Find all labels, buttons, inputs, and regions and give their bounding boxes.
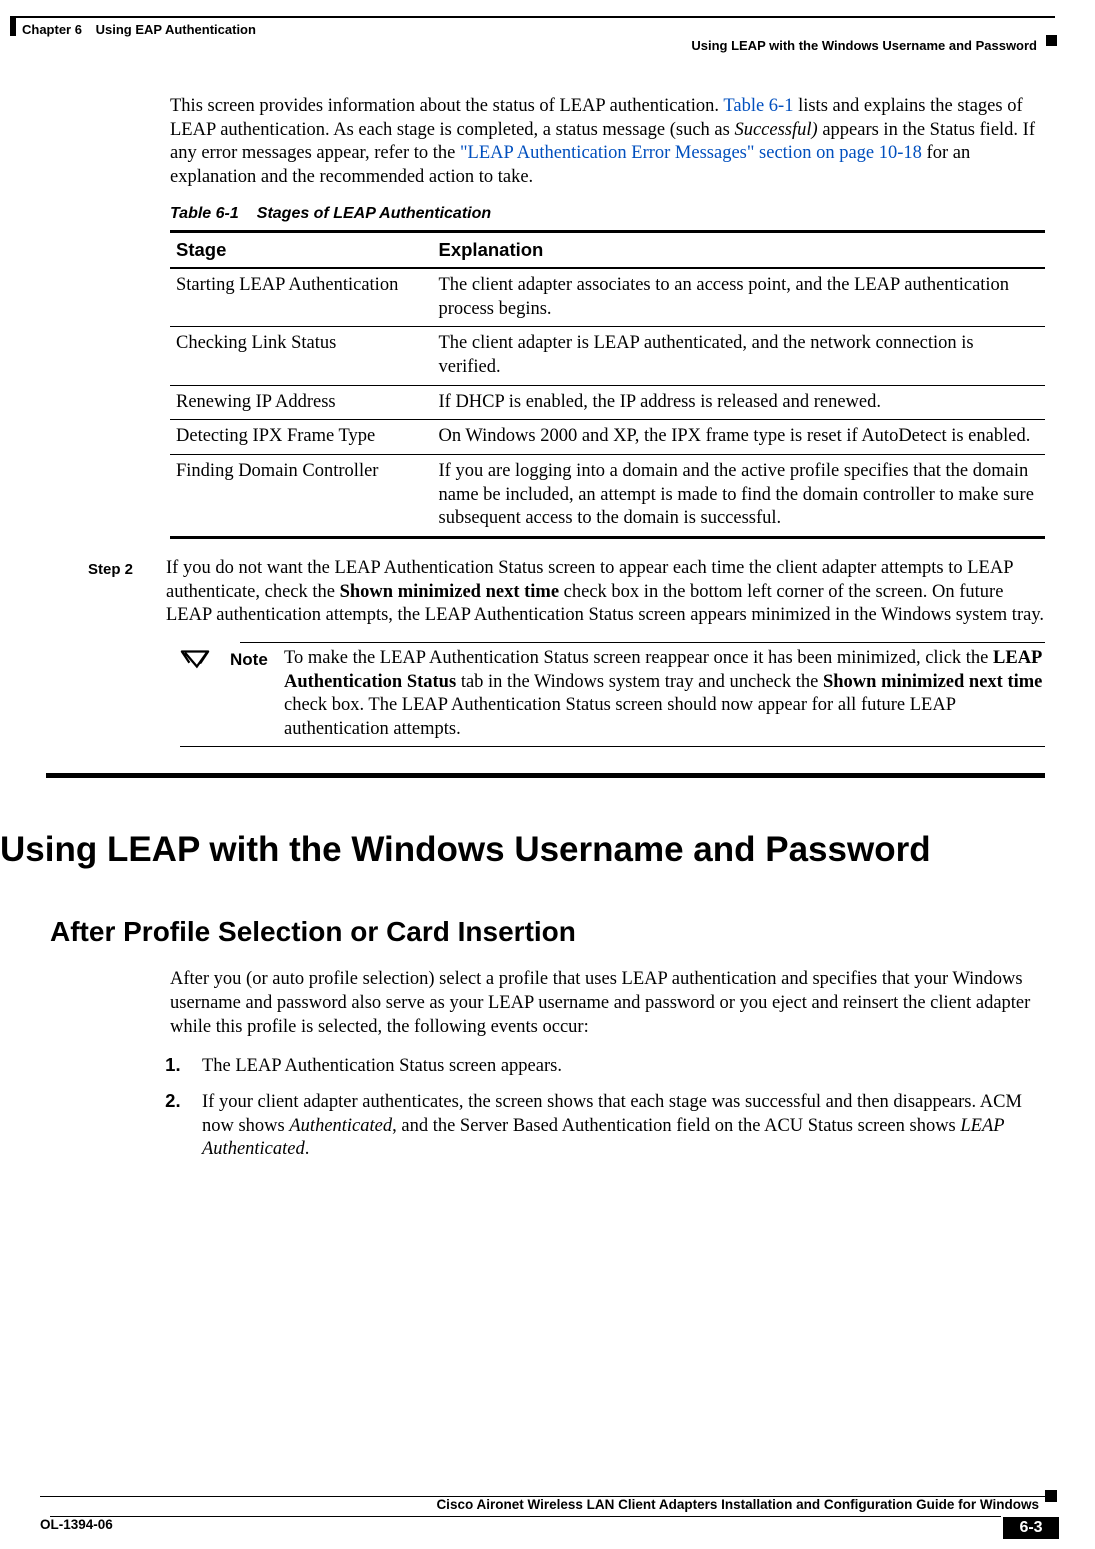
li2-e: . — [305, 1139, 310, 1159]
cell-exp: The client adapter associates to an acce… — [433, 268, 1046, 327]
note-body: To make the LEAP Authentication Status s… — [284, 647, 1045, 742]
h2-after-profile: After Profile Selection or Card Insertio… — [50, 914, 1045, 950]
header-chapter-title: Using EAP Authentication — [96, 22, 256, 37]
note-bold2: Shown minimized next time — [823, 672, 1042, 692]
cell-exp: If DHCP is enabled, the IP address is re… — [433, 385, 1046, 420]
link-table-ref[interactable]: Table 6-1 — [723, 96, 793, 116]
header-left-mark — [10, 18, 16, 36]
step2-bold: Shown minimized next time — [340, 582, 559, 602]
cell-stage: Starting LEAP Authentication — [170, 268, 433, 327]
table-caption-num: Table 6-1 — [170, 205, 239, 222]
header-section: Using LEAP with the Windows Username and… — [691, 38, 1037, 55]
h1-using-leap-windows: Using LEAP with the Windows Username and… — [0, 828, 1045, 873]
th-explanation: Explanation — [433, 232, 1046, 268]
cell-stage: Detecting IPX Frame Type — [170, 420, 433, 455]
table-row: Renewing IP AddressIf DHCP is enabled, t… — [170, 385, 1045, 420]
events-list: The LEAP Authentication Status screen ap… — [170, 1053, 1045, 1162]
cell-stage: Renewing IP Address — [170, 385, 433, 420]
footer-title: Cisco Aironet Wireless LAN Client Adapte… — [436, 1496, 1039, 1513]
link-error-messages[interactable]: "LEAP Authentication Error Messages" sec… — [460, 143, 922, 163]
cell-exp: On Windows 2000 and XP, the IPX frame ty… — [433, 420, 1046, 455]
intro-pre: This screen provides information about t… — [170, 96, 723, 116]
note-block: Note To make the LEAP Authentication Sta… — [180, 642, 1045, 747]
header-left: Chapter 6 Using EAP Authentication — [22, 22, 256, 39]
step-label: Step 2 — [88, 557, 148, 778]
table-row: Detecting IPX Frame TypeOn Windows 2000 … — [170, 420, 1045, 455]
section-divider — [46, 773, 1045, 778]
cell-stage: Checking Link Status — [170, 327, 433, 385]
step-2-paragraph: If you do not want the LEAP Authenticati… — [166, 557, 1045, 628]
note-a: To make the LEAP Authentication Status s… — [284, 648, 993, 668]
note-e: check box. The LEAP Authentication Statu… — [284, 695, 955, 739]
table-row: Finding Domain ControllerIf you are logg… — [170, 454, 1045, 537]
cell-exp: The client adapter is LEAP authenticated… — [433, 327, 1046, 385]
header-chapter-num: Chapter 6 — [22, 22, 82, 37]
intro-paragraph: This screen provides information about t… — [170, 95, 1045, 190]
table-row: Starting LEAP AuthenticationThe client a… — [170, 268, 1045, 327]
stages-table: Stage Explanation Starting LEAP Authenti… — [170, 230, 1045, 539]
table-caption-title: Stages of LEAP Authentication — [257, 205, 491, 222]
intro-ital: Successful) — [734, 120, 817, 140]
note-label: Note — [230, 647, 270, 742]
list-item: The LEAP Authentication Status screen ap… — [196, 1053, 1045, 1079]
table-caption: Table 6-1 Stages of LEAP Authentication — [170, 204, 1045, 224]
footer-docnum: OL-1394-06 — [40, 1516, 113, 1533]
footer-page-number: 6-3 — [1003, 1517, 1059, 1539]
cell-exp: If you are logging into a domain and the… — [433, 454, 1046, 537]
header-right-mark — [1046, 35, 1057, 46]
th-stage: Stage — [170, 232, 433, 268]
li2-ital1: Authenticated — [289, 1116, 392, 1136]
note-c: tab in the Windows system tray and unche… — [456, 672, 823, 692]
note-icon — [180, 647, 216, 742]
cell-stage: Finding Domain Controller — [170, 454, 433, 537]
footer-rule-2 — [50, 1516, 1001, 1517]
table-row: Checking Link StatusThe client adapter i… — [170, 327, 1045, 385]
li1-text: The LEAP Authentication Status screen ap… — [202, 1056, 562, 1076]
after-profile-paragraph: After you (or auto profile selection) se… — [170, 968, 1045, 1039]
step-2: Step 2 If you do not want the LEAP Authe… — [88, 557, 1045, 778]
list-item: If your client adapter authenticates, th… — [196, 1089, 1045, 1162]
li2-c: , and the Server Based Authentication fi… — [392, 1116, 960, 1136]
footer-mark — [1045, 1490, 1057, 1502]
